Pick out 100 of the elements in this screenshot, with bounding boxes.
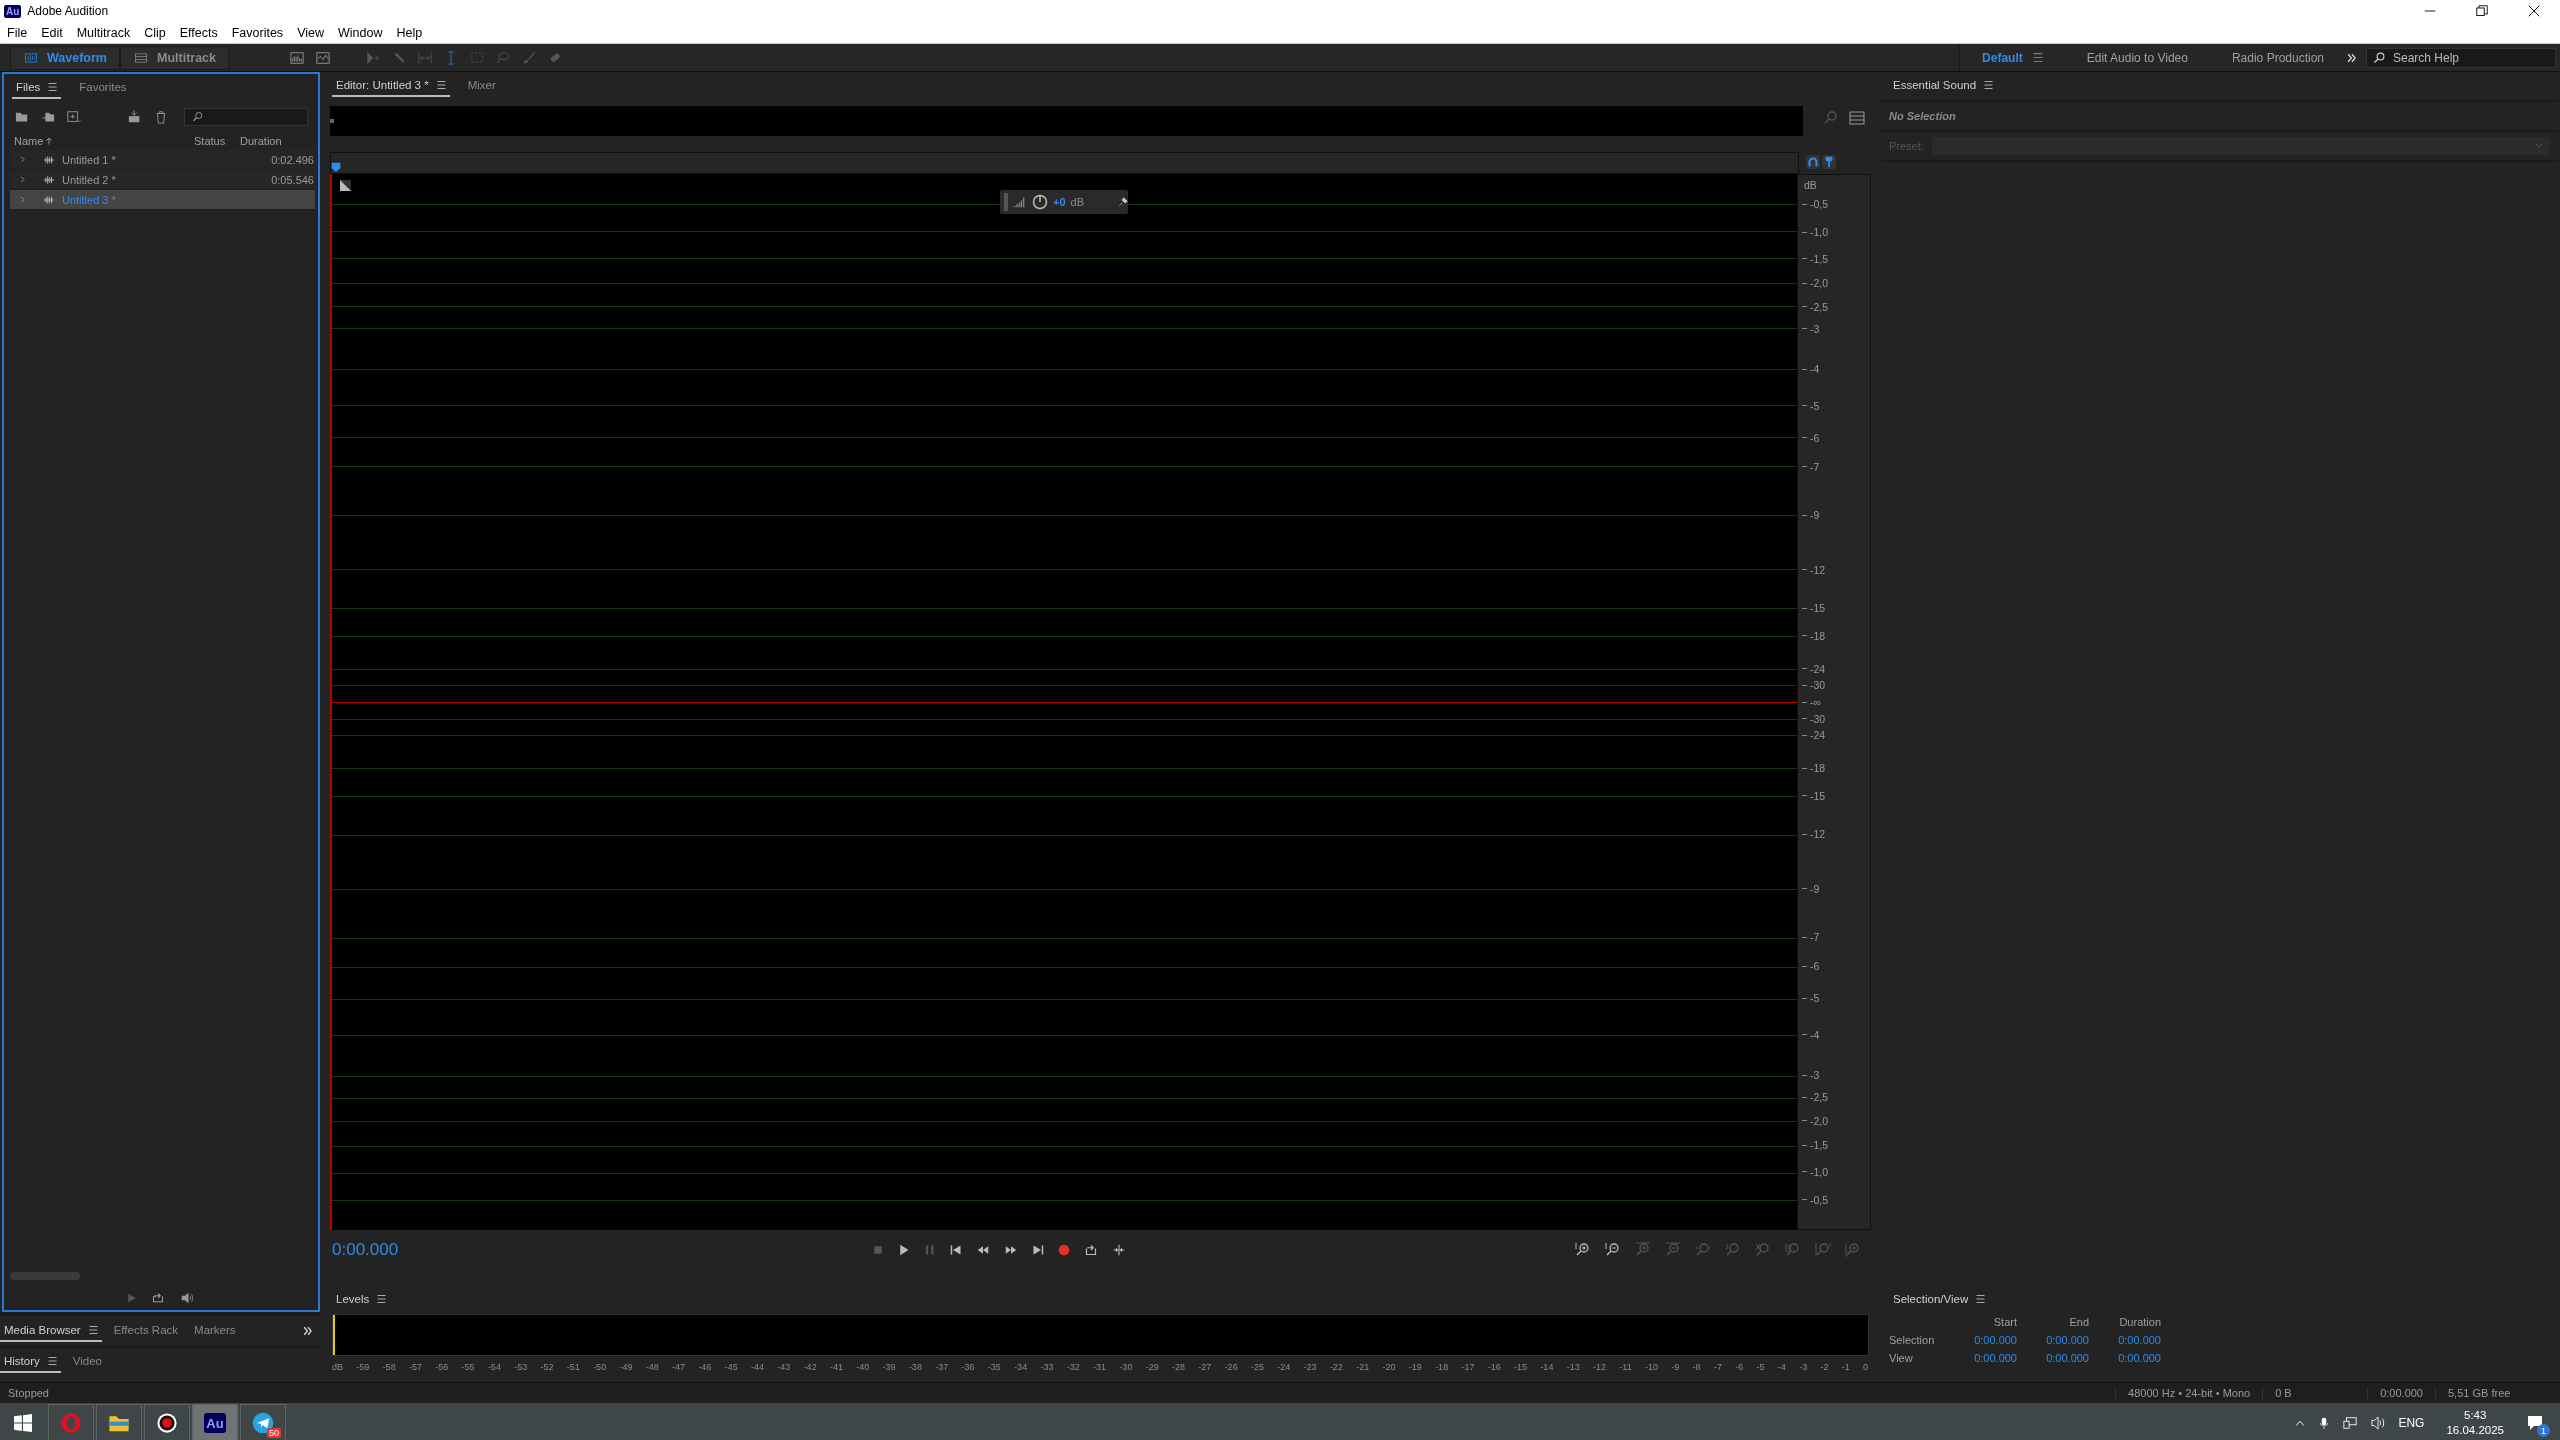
zoom-out-point-icon[interactable] bbox=[1755, 1242, 1771, 1258]
menu-icon bbox=[1976, 1295, 1986, 1304]
panel-tab[interactable]: Favorites bbox=[75, 77, 131, 99]
pitch-view-icon[interactable] bbox=[315, 50, 331, 65]
close-icon[interactable] bbox=[2528, 5, 2540, 17]
panel-tab[interactable]: Mixer bbox=[463, 75, 500, 97]
spectral-view-icon[interactable] bbox=[289, 50, 305, 65]
search-field[interactable] bbox=[183, 108, 308, 126]
menu-item[interactable]: Clip bbox=[137, 25, 173, 40]
fade-handle-icon[interactable] bbox=[340, 180, 351, 191]
meter-tick-label: -19 bbox=[1408, 1362, 1422, 1373]
zoom-in-amplitude-icon[interactable] bbox=[1575, 1242, 1591, 1258]
workspace-tab[interactable]: Radio Production bbox=[2209, 50, 2346, 65]
meter-tick-label: -12 bbox=[1593, 1362, 1606, 1373]
menu-item[interactable]: File bbox=[0, 25, 35, 40]
panel-tab[interactable]: Levels bbox=[332, 1289, 391, 1312]
time-value[interactable]: 0:00.000 bbox=[1945, 1352, 2017, 1365]
panel-tab[interactable]: History bbox=[0, 1351, 61, 1373]
taskbar-app[interactable] bbox=[144, 1404, 190, 1440]
restore-icon[interactable] bbox=[2476, 5, 2488, 17]
more-icon[interactable] bbox=[302, 1326, 314, 1336]
zoom-reset-icon[interactable] bbox=[1695, 1242, 1711, 1258]
meter-tick-label: -5 bbox=[1756, 1362, 1765, 1373]
time-value[interactable]: 0:00.000 bbox=[2089, 1352, 2161, 1365]
skip-selection-icon[interactable] bbox=[1112, 1244, 1126, 1256]
volume-knob-icon[interactable] bbox=[1032, 194, 1048, 210]
move-tool-icon[interactable] bbox=[365, 50, 381, 65]
meter-tick-label: -52 bbox=[540, 1362, 554, 1373]
speaker-icon[interactable] bbox=[2370, 1416, 2387, 1430]
mode-button[interactable]: Waveform bbox=[10, 45, 120, 70]
skip-forward-icon[interactable] bbox=[1032, 1244, 1044, 1256]
play-icon[interactable] bbox=[898, 1244, 910, 1256]
stop-icon[interactable] bbox=[872, 1244, 884, 1256]
menu-item[interactable]: Effects bbox=[172, 25, 225, 40]
skip-back-icon[interactable] bbox=[950, 1244, 962, 1256]
taskbar-app[interactable]: Au bbox=[192, 1404, 238, 1440]
speaker-icon[interactable] bbox=[179, 1292, 195, 1304]
menu-item[interactable]: Multitrack bbox=[69, 25, 138, 40]
panel-tab[interactable]: Selection/View bbox=[1889, 1289, 1990, 1312]
volume-hud[interactable]: +0 dB bbox=[1000, 190, 1128, 214]
workspace-tab[interactable]: Edit Audio to Video bbox=[2064, 50, 2210, 65]
more-icon[interactable] bbox=[2346, 52, 2358, 63]
fast-forward-icon[interactable] bbox=[1004, 1244, 1018, 1256]
panel-tab[interactable]: Video bbox=[68, 1351, 106, 1373]
scale-label: -12 bbox=[1802, 828, 1826, 841]
microphone-icon[interactable] bbox=[2318, 1415, 2331, 1431]
panel-tab[interactable]: Markers bbox=[190, 1320, 240, 1342]
time-value[interactable]: 0:00.000 bbox=[2017, 1334, 2089, 1347]
rewind-icon[interactable] bbox=[976, 1244, 990, 1256]
search-field[interactable]: Search Help bbox=[2366, 47, 2556, 68]
time-value[interactable]: 0:00.000 bbox=[2017, 1352, 2089, 1365]
playhead-icon[interactable] bbox=[331, 161, 341, 173]
input-language[interactable]: ENG bbox=[2398, 1416, 2425, 1430]
meter-tick-label: -7 bbox=[1713, 1362, 1722, 1373]
expand-icon[interactable] bbox=[20, 155, 27, 164]
zoom-in-tracks-icon[interactable] bbox=[1845, 1242, 1861, 1258]
mode-button[interactable]: Multitrack bbox=[119, 45, 229, 70]
menu-item[interactable]: Edit bbox=[34, 25, 70, 40]
column-header[interactable]: Duration bbox=[240, 135, 320, 147]
magnet-icon[interactable] bbox=[1806, 155, 1820, 169]
panel-tab[interactable]: Effects Rack bbox=[109, 1320, 183, 1342]
pause-icon[interactable] bbox=[924, 1244, 936, 1256]
panel-tab[interactable]: Essential Sound bbox=[1889, 75, 1998, 97]
expand-icon[interactable] bbox=[20, 175, 27, 184]
menu-item[interactable]: Help bbox=[389, 25, 430, 40]
chevron-up-icon[interactable] bbox=[2294, 1418, 2307, 1428]
panel-tab[interactable]: Files bbox=[12, 77, 62, 99]
new-file-icon[interactable] bbox=[66, 110, 82, 124]
waveform-display[interactable]: +0 dB bbox=[330, 174, 1797, 1230]
open-folder-icon[interactable] bbox=[14, 110, 30, 124]
column-header[interactable]: Status bbox=[194, 135, 240, 147]
workspace-tab[interactable]: Default bbox=[1960, 50, 2065, 65]
zoom-in-time-icon[interactable] bbox=[1635, 1242, 1651, 1258]
menu-item[interactable]: Favorites bbox=[224, 25, 291, 40]
menu-item[interactable]: Window bbox=[331, 25, 390, 40]
zoom-selection-icon[interactable] bbox=[1785, 1242, 1801, 1258]
zoom-all-icon[interactable] bbox=[1815, 1242, 1831, 1258]
network-icon[interactable] bbox=[2342, 1416, 2359, 1430]
meter-tick-label: 0 bbox=[1863, 1362, 1869, 1373]
time-value[interactable]: 0:00.000 bbox=[2089, 1334, 2161, 1347]
panel-tab[interactable]: Editor: Untitled 3 * bbox=[332, 75, 450, 97]
menu-item[interactable]: View bbox=[290, 25, 331, 40]
panel-tab[interactable]: Media Browser bbox=[0, 1320, 102, 1342]
clock[interactable]: 5:43 16.04.2025 bbox=[2446, 1408, 2504, 1438]
brush-tool-icon[interactable] bbox=[521, 50, 537, 65]
zoom-in-point-icon[interactable] bbox=[1725, 1242, 1741, 1258]
column-header[interactable]: Name bbox=[14, 135, 194, 147]
loop-icon[interactable] bbox=[1084, 1244, 1098, 1256]
meter-tick-label: -14 bbox=[1540, 1362, 1554, 1373]
record-icon[interactable] bbox=[1058, 1244, 1070, 1256]
marker-icon[interactable] bbox=[1822, 155, 1836, 169]
taskbar-app[interactable]: 50 bbox=[240, 1404, 286, 1440]
import-icon[interactable] bbox=[40, 110, 56, 124]
loop-icon[interactable] bbox=[151, 1292, 165, 1304]
time-value[interactable]: 0:00.000 bbox=[1945, 1334, 2017, 1347]
zoom-navigator-icon[interactable] bbox=[1823, 110, 1839, 126]
zoom-out-time-icon[interactable] bbox=[1665, 1242, 1681, 1258]
list-view-icon[interactable] bbox=[1849, 110, 1865, 126]
pin-icon[interactable] bbox=[1118, 197, 1128, 207]
zoom-out-amplitude-icon[interactable] bbox=[1605, 1242, 1621, 1258]
